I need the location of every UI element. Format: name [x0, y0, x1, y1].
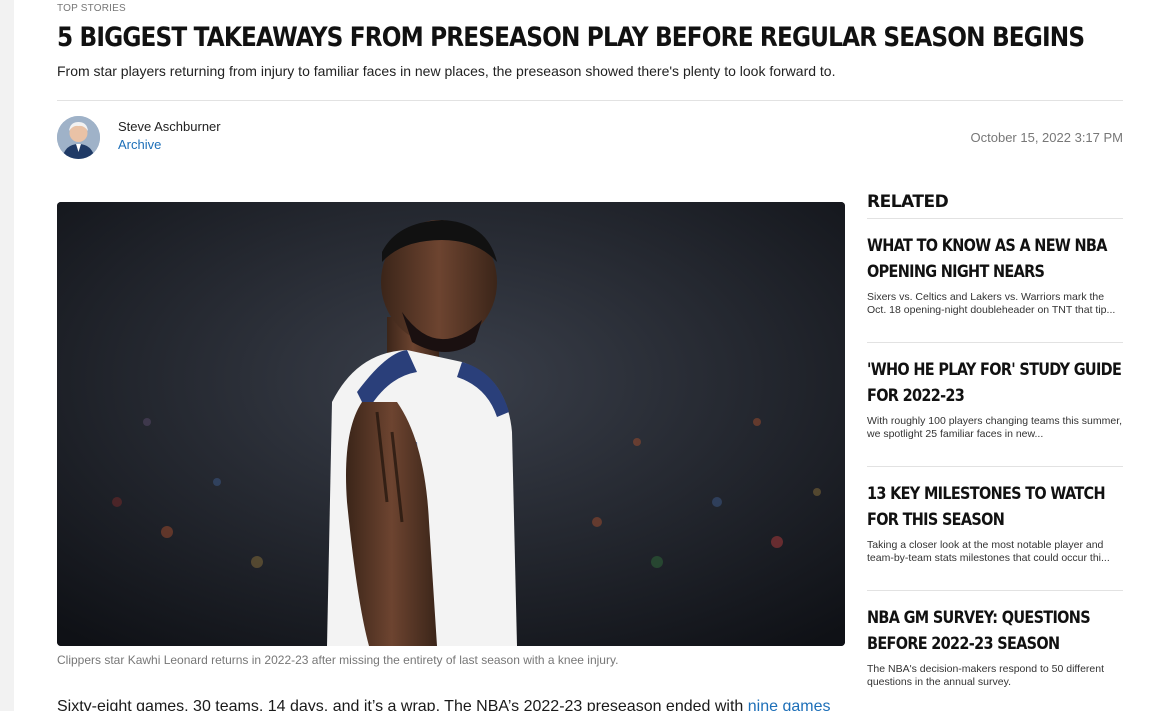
related-title: RELATED	[867, 192, 1123, 219]
author-archive-link[interactable]: Archive	[118, 137, 161, 152]
related-item-desc: With roughly 100 players changing teams …	[867, 415, 1123, 440]
nine-games-link[interactable]: nine games	[748, 698, 831, 711]
related-item-headline[interactable]: NBA GM SURVEY: QUESTIONS BEFORE 2022-23 …	[867, 605, 1122, 657]
related-item[interactable]: WHAT TO KNOW AS A NEW NBA OPENING NIGHT …	[867, 219, 1123, 343]
body-text: Sixty-eight games, 30 teams, 14 days, an…	[57, 698, 748, 711]
related-item-headline[interactable]: WHAT TO KNOW AS A NEW NBA OPENING NIGHT …	[867, 233, 1122, 285]
related-item-headline[interactable]: 'WHO HE PLAY FOR' STUDY GUIDE FOR 2022-2…	[867, 357, 1122, 409]
author-name: Steve Aschburner	[118, 119, 221, 134]
hero-image	[57, 202, 845, 646]
article-body-first-line: Sixty-eight games, 30 teams, 14 days, an…	[57, 698, 830, 711]
related-item[interactable]: 'WHO HE PLAY FOR' STUDY GUIDE FOR 2022-2…	[867, 343, 1123, 467]
related-item[interactable]: 13 KEY MILESTONES TO WATCH FOR THIS SEAS…	[867, 467, 1123, 591]
article-headline: 5 BIGGEST TAKEAWAYS FROM PRESEASON PLAY …	[57, 22, 1085, 53]
section-kicker[interactable]: TOP STORIES	[57, 3, 126, 14]
related-item-desc: The NBA's decision-makers respond to 50 …	[867, 663, 1105, 688]
article-page: TOP STORIES 5 BIGGEST TAKEAWAYS FROM PRE…	[14, 0, 1164, 711]
related-sidebar: RELATED WHAT TO KNOW AS A NEW NBA OPENIN…	[867, 192, 1123, 711]
related-item-desc: Taking a closer look at the most notable…	[867, 539, 1110, 564]
article-subhead: From star players returning from injury …	[57, 63, 836, 79]
related-item-headline[interactable]: 13 KEY MILESTONES TO WATCH FOR THIS SEAS…	[867, 481, 1122, 533]
hero-caption: Clippers star Kawhi Leonard returns in 2…	[57, 653, 619, 667]
related-item[interactable]: NBA GM SURVEY: QUESTIONS BEFORE 2022-23 …	[867, 591, 1123, 711]
divider	[57, 100, 1123, 101]
publish-date: October 15, 2022 3:17 PM	[970, 130, 1123, 145]
related-item-desc: Sixers vs. Celtics and Lakers vs. Warrio…	[867, 291, 1116, 316]
author-avatar[interactable]	[57, 116, 100, 159]
